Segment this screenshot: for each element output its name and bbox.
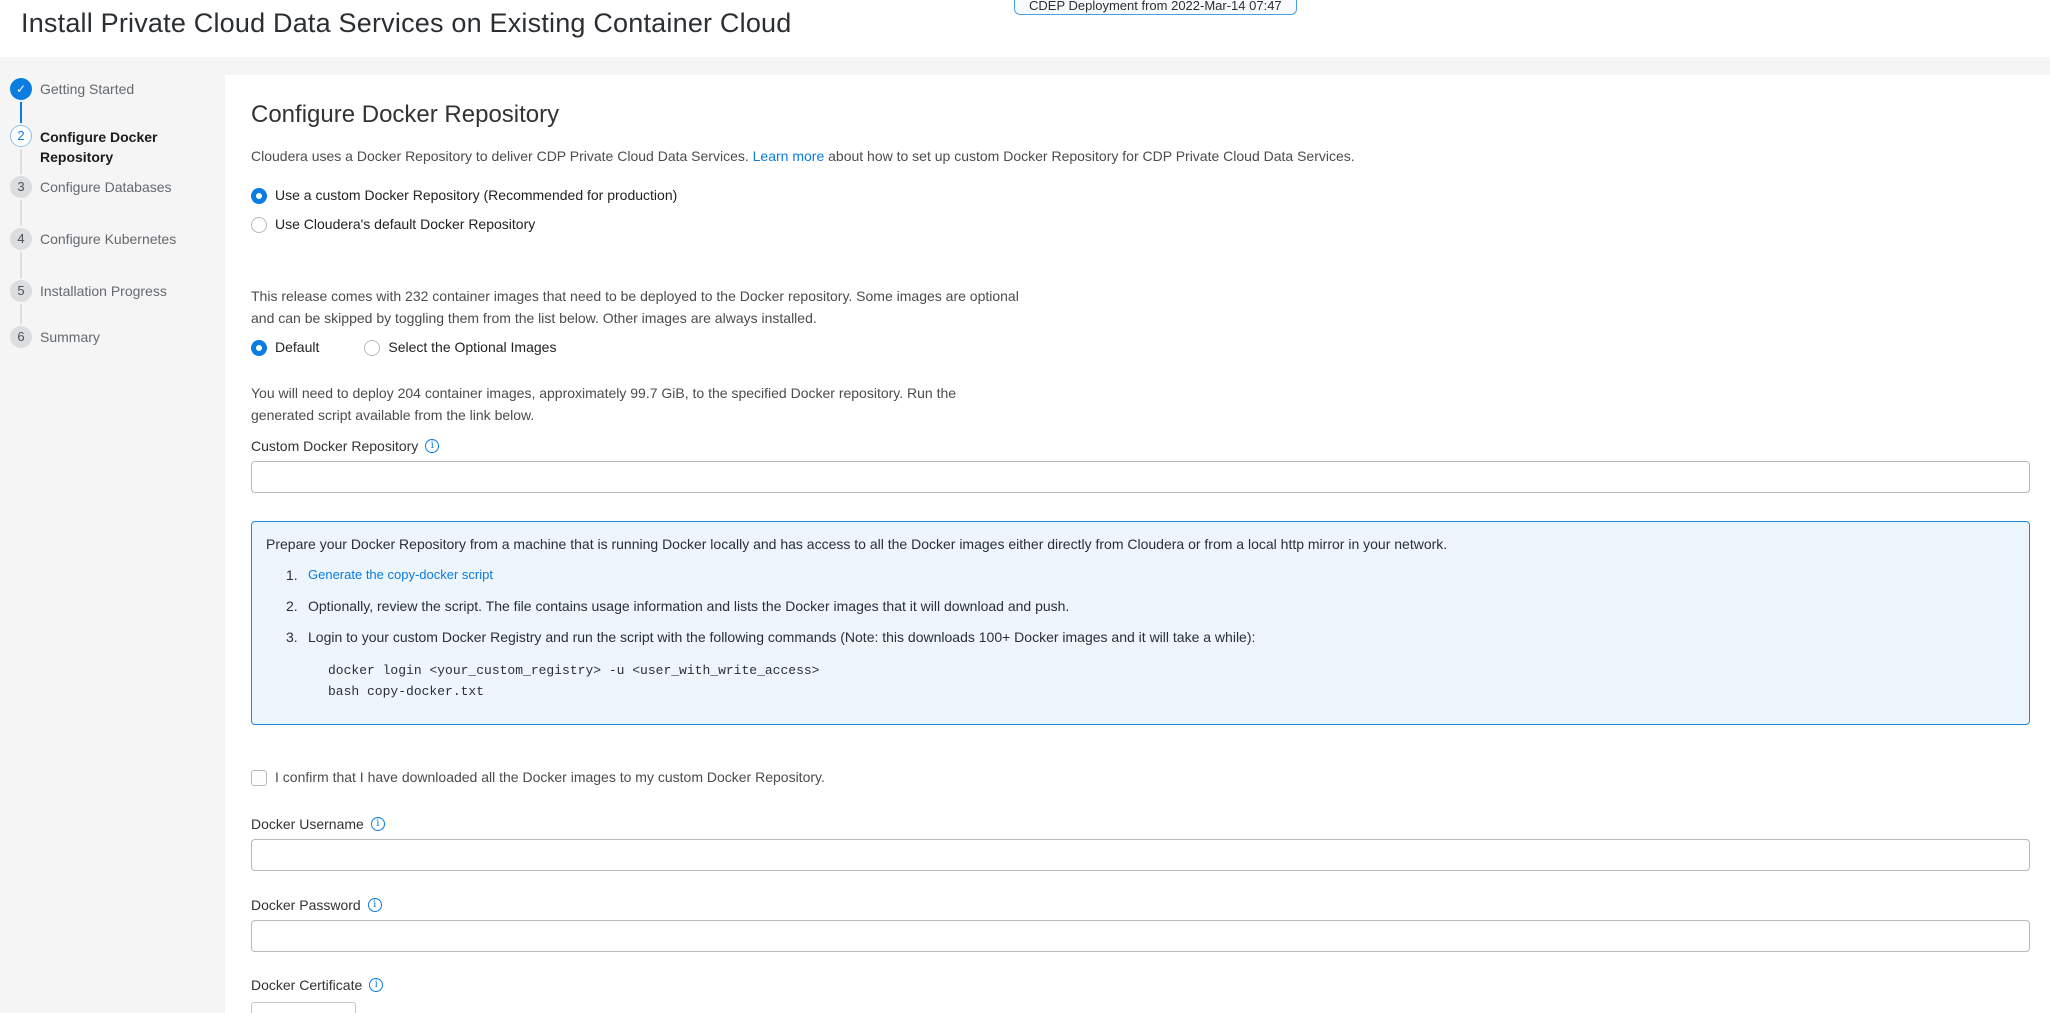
custom-docker-repository-label-row: Custom Docker Repository i: [251, 438, 2030, 454]
step-number: 2: [17, 125, 24, 147]
step-label: Getting Started: [40, 78, 190, 100]
stepper-connector: [20, 102, 22, 123]
code-line: bash copy-docker.txt: [328, 681, 2013, 702]
radio-default-repo[interactable]: [251, 217, 267, 233]
intro-after: about how to set up custom Docker Reposi…: [824, 148, 1354, 164]
step-circle: 6: [10, 326, 32, 348]
radio-row-custom-repo[interactable]: Use a custom Docker Repository (Recommen…: [251, 187, 2030, 204]
docker-username-input[interactable]: [251, 839, 2030, 871]
docker-password-group: Docker Password i: [251, 897, 2030, 952]
docker-password-label: Docker Password: [251, 897, 361, 913]
intro-text: Cloudera uses a Docker Repository to del…: [251, 146, 2030, 166]
radio-optional-images[interactable]: [364, 340, 380, 356]
panel-intro: Prepare your Docker Repository from a ma…: [266, 535, 2013, 553]
docker-username-label-row: Docker Username i: [251, 816, 2030, 832]
radio-default-images[interactable]: [251, 340, 267, 356]
checkbox-label: I confirm that I have downloaded all the…: [275, 769, 825, 786]
step-circle: 3: [10, 176, 32, 198]
images-mode-row: Default Select the Optional Images: [251, 339, 2030, 356]
docker-certificate-group: Docker Certificate i Choose File: [251, 977, 2030, 1013]
step-circle-active: 2: [10, 125, 32, 147]
learn-more-link[interactable]: Learn more: [753, 148, 825, 164]
stepper-step-configure-databases[interactable]: 3 Configure Databases: [10, 176, 190, 198]
radio-row-default-repo[interactable]: Use Cloudera's default Docker Repository: [251, 216, 2030, 233]
radio-row-optional-images[interactable]: Select the Optional Images: [364, 339, 556, 356]
panel-step-1: 1. Generate the copy-docker script: [266, 566, 2013, 584]
stepper-step-installation-progress[interactable]: 5 Installation Progress: [10, 280, 190, 302]
main-panel: Configure Docker Repository Cloudera use…: [225, 75, 2050, 1013]
radio-label: Use Cloudera's default Docker Repository: [275, 216, 535, 233]
confirm-checkbox-row[interactable]: I confirm that I have downloaded all the…: [251, 769, 2030, 786]
step-label: Summary: [40, 326, 190, 348]
section-heading: Configure Docker Repository: [251, 101, 2030, 129]
panel-step-2: 2. Optionally, review the script. The fi…: [266, 597, 2013, 615]
radio-custom-repo[interactable]: [251, 188, 267, 204]
radio-label: Use a custom Docker Repository (Recommen…: [275, 187, 677, 204]
list-number: 1.: [286, 566, 308, 584]
docker-password-label-row: Docker Password i: [251, 897, 2030, 913]
docker-username-label: Docker Username: [251, 816, 364, 832]
custom-docker-repository-input[interactable]: [251, 461, 2030, 493]
docker-prep-panel: Prepare your Docker Repository from a ma…: [251, 521, 2030, 725]
stepper-connector: [20, 252, 22, 278]
stepper-step-summary[interactable]: 6 Summary: [10, 326, 190, 348]
code-block: docker login <your_custom_registry> -u <…: [328, 660, 2013, 702]
step-circle: 5: [10, 280, 32, 302]
generate-script-link[interactable]: Generate the copy-docker script: [308, 566, 493, 584]
radio-label: Select the Optional Images: [388, 339, 556, 356]
docker-username-group: Docker Username i: [251, 816, 2030, 871]
info-icon[interactable]: i: [425, 439, 439, 453]
docker-certificate-label-row: Docker Certificate i: [251, 977, 2030, 993]
radio-label: Default: [275, 339, 319, 356]
docker-password-input[interactable]: [251, 920, 2030, 952]
deployment-badge: CDEP Deployment from 2022-Mar-14 07:47: [1014, 0, 1297, 15]
step-label: Configure Docker Repository: [40, 125, 190, 167]
step-number: 4: [17, 228, 24, 250]
custom-docker-repository-label: Custom Docker Repository: [251, 438, 418, 454]
stepper-connector: [20, 304, 22, 324]
docker-certificate-label: Docker Certificate: [251, 977, 362, 993]
step-number: 6: [17, 326, 24, 348]
step-label: Configure Databases: [40, 176, 190, 198]
release-note: This release comes with 232 container im…: [251, 285, 1021, 329]
choose-file-button[interactable]: Choose File: [251, 1002, 356, 1013]
panel-step-text: Login to your custom Docker Registry and…: [308, 628, 1255, 646]
deploy-note: You will need to deploy 204 container im…: [251, 382, 1021, 426]
stepper-step-getting-started[interactable]: ✓ Getting Started: [10, 78, 190, 100]
step-number: 5: [17, 280, 24, 302]
page-title: Install Private Cloud Data Services on E…: [21, 8, 791, 39]
step-label: Installation Progress: [40, 280, 190, 302]
panel-step-text: Optionally, review the script. The file …: [308, 597, 1069, 615]
step-label: Configure Kubernetes: [40, 228, 190, 250]
list-number: 3.: [286, 628, 308, 646]
step-circle: 4: [10, 228, 32, 250]
info-icon[interactable]: i: [368, 898, 382, 912]
check-icon: ✓: [16, 78, 26, 100]
intro-before: Cloudera uses a Docker Repository to del…: [251, 148, 753, 164]
step-circle-done: ✓: [10, 78, 32, 100]
info-icon[interactable]: i: [371, 817, 385, 831]
stepper-step-configure-docker-repository[interactable]: 2 Configure Docker Repository: [10, 125, 190, 167]
wizard-stepper: ✓ Getting Started 2 Configure Docker Rep…: [0, 57, 225, 1013]
info-icon[interactable]: i: [369, 978, 383, 992]
stepper-step-configure-kubernetes[interactable]: 4 Configure Kubernetes: [10, 228, 190, 250]
list-number: 2.: [286, 597, 308, 615]
stepper-connector: [20, 200, 22, 226]
code-line: docker login <your_custom_registry> -u <…: [328, 660, 2013, 681]
step-number: 3: [17, 176, 24, 198]
panel-step-3: 3. Login to your custom Docker Registry …: [266, 628, 2013, 646]
confirm-checkbox[interactable]: [251, 770, 267, 786]
